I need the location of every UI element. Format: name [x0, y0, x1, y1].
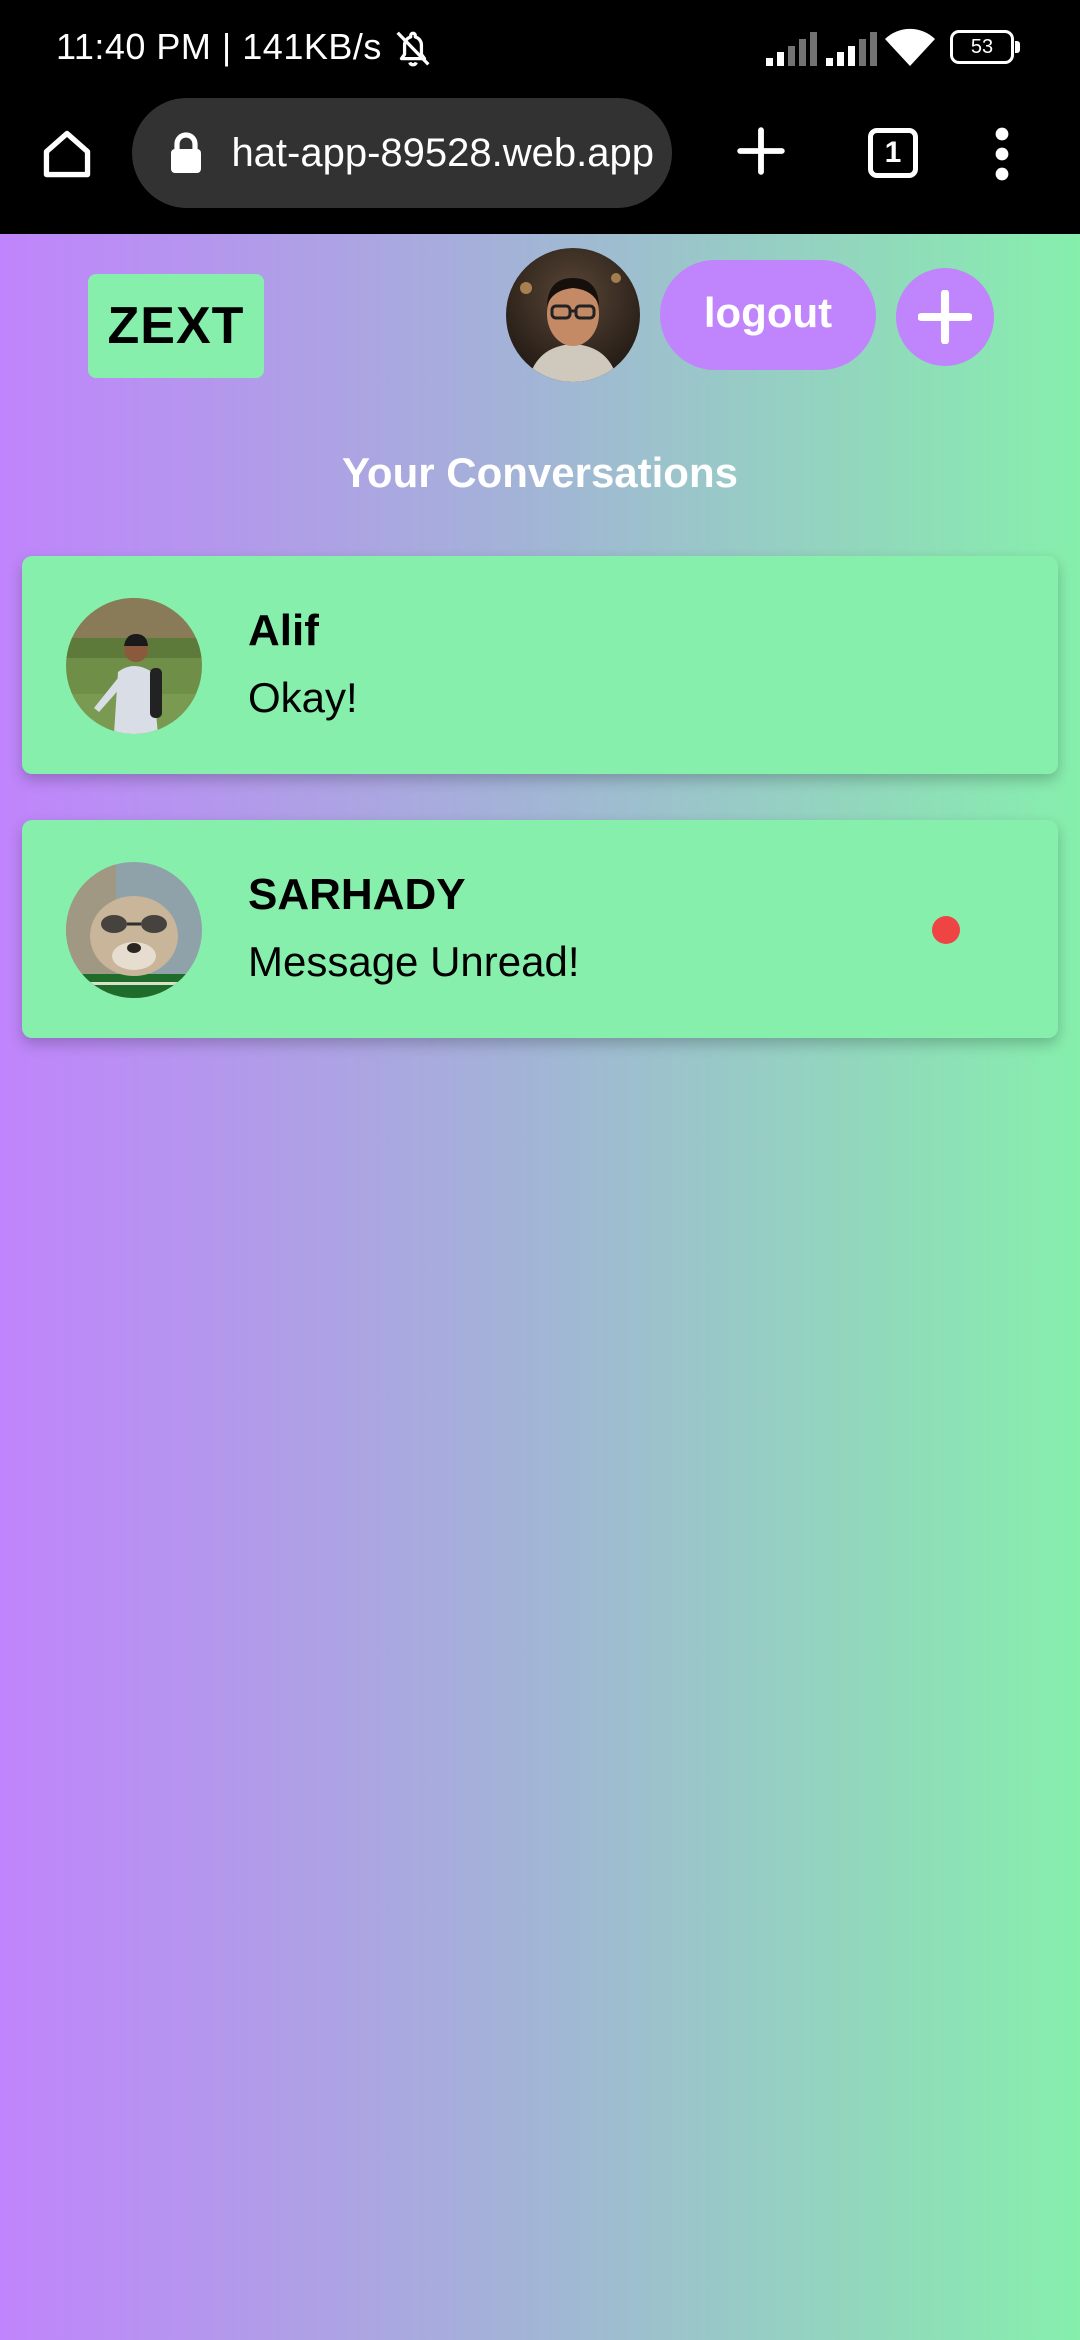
browser-toolbar: chat-app-89528.web.app 1 [0, 98, 1080, 234]
plus-icon [918, 290, 972, 344]
contact-name: Alif [248, 606, 319, 655]
page-title: Your Conversations [342, 449, 738, 496]
app-logo[interactable]: ZEXT [88, 274, 264, 378]
last-message: Message Unread! [248, 938, 580, 985]
home-icon[interactable] [38, 125, 96, 183]
signal-icon [826, 32, 877, 66]
more-vert-icon[interactable] [980, 126, 1024, 182]
wifi-icon [885, 28, 935, 66]
unread-indicator [932, 916, 960, 944]
new-conversation-button[interactable] [896, 268, 994, 366]
lock-icon [171, 132, 201, 173]
contact-avatar [66, 598, 202, 734]
tabs-button[interactable]: 1 [868, 128, 918, 178]
contact-name: SARHADY [248, 870, 466, 919]
user-avatar[interactable] [506, 248, 640, 382]
plus-icon[interactable] [736, 126, 786, 176]
conversation-item[interactable]: SARHADY Message Unread! [22, 820, 1058, 1038]
last-message: Okay! [248, 674, 358, 721]
bell-off-icon [396, 31, 430, 67]
contact-avatar [66, 862, 202, 998]
logout-button[interactable]: logout [660, 260, 876, 370]
signal-icon [766, 32, 817, 66]
app-page: ZEXT logout Your Conversations Alif Okay… [0, 234, 1080, 2340]
status-time: 11:40 PM | 141KB/s [56, 26, 382, 67]
battery-indicator: 53 [950, 30, 1020, 64]
url-text[interactable]: chat-app-89528.web.app [234, 98, 654, 208]
status-bar: 11:40 PM | 141KB/s 53 [0, 0, 1080, 98]
address-bar[interactable]: chat-app-89528.web.app [132, 98, 672, 208]
conversation-item[interactable]: Alif Okay! [22, 556, 1058, 774]
